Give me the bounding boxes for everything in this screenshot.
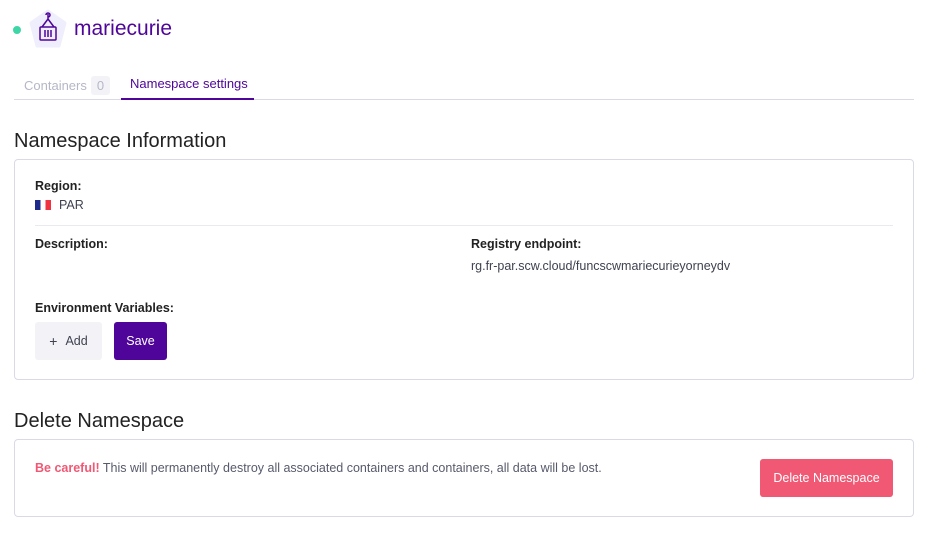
add-variable-button[interactable]: + Add	[35, 322, 102, 360]
delete-namespace-card: Be careful! This will permanently destro…	[14, 439, 914, 517]
save-button[interactable]: Save	[114, 322, 167, 360]
delete-warning: Be careful! This will permanently destro…	[35, 461, 602, 475]
region-value: PAR	[35, 198, 84, 212]
plus-icon: +	[49, 333, 58, 349]
delete-namespace-button[interactable]: Delete Namespace	[760, 459, 893, 497]
tab-bar: Containers 0 Namespace settings	[14, 70, 914, 100]
containers-count-badge: 0	[90, 76, 111, 95]
namespace-information-heading: Namespace Information	[14, 130, 227, 152]
container-icon	[29, 9, 67, 48]
warning-text: This will permanently destroy all associ…	[99, 461, 602, 475]
region-text: PAR	[59, 198, 84, 212]
tab-namespace-settings[interactable]: Namespace settings	[130, 76, 248, 91]
environment-variables-label: Environment Variables:	[35, 301, 174, 315]
namespace-information-card: Region: PAR Description: Registry endpoi…	[14, 159, 914, 380]
divider	[35, 225, 893, 226]
region-label: Region:	[35, 179, 82, 193]
tab-containers[interactable]: Containers 0	[24, 76, 111, 95]
registry-endpoint-value: rg.fr-par.scw.cloud/funcscwmariecurieyor…	[471, 259, 731, 273]
active-tab-indicator	[121, 98, 254, 100]
namespace-title: mariecurie	[74, 17, 173, 40]
status-dot	[13, 26, 21, 34]
add-label: Add	[65, 334, 88, 348]
registry-endpoint-label: Registry endpoint:	[471, 237, 582, 251]
description-label: Description:	[35, 237, 108, 251]
warning-emphasis: Be careful!	[35, 461, 100, 475]
delete-namespace-heading: Delete Namespace	[14, 410, 185, 432]
tab-label: Containers	[24, 78, 87, 93]
france-flag-icon	[35, 200, 51, 210]
